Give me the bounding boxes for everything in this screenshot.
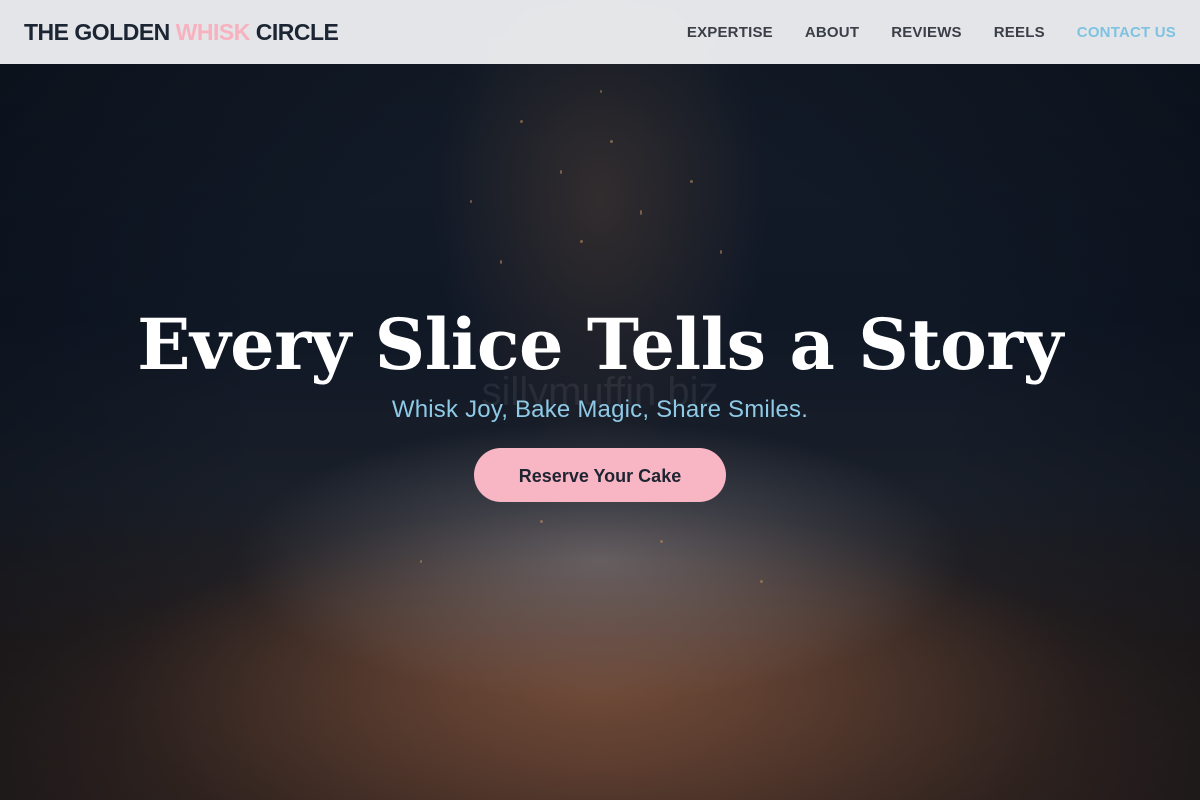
powder-particle [420, 560, 422, 563]
powder-particle [600, 90, 602, 93]
powder-particle [660, 540, 663, 543]
powder-particle [500, 260, 502, 264]
hero-subtitle: Whisk Joy, Bake Magic, Share Smiles. [391, 396, 809, 423]
brand-text-2: CIRCLE [249, 18, 339, 45]
powder-particle [560, 170, 562, 174]
nav-item-expertise[interactable]: EXPERTISE [687, 24, 773, 41]
powder-particle [760, 580, 763, 583]
powder-particle [520, 120, 523, 123]
brand-text-1: THE GOLDEN [24, 18, 176, 45]
nav-item-about[interactable]: ABOUT [805, 24, 859, 41]
main-nav: EXPERTISE ABOUT REVIEWS REELS CONTACT US [655, 24, 1176, 41]
nav-item-reviews[interactable]: REVIEWS [891, 24, 962, 41]
nav-item-reels[interactable]: REELS [994, 24, 1045, 41]
powder-particle [470, 200, 472, 203]
brand-logo[interactable]: THE GOLDEN WHISK CIRCLE [24, 18, 339, 46]
powder-particle [690, 180, 693, 183]
nav-item-contact-us[interactable]: CONTACT US [1077, 24, 1176, 41]
powder-particle [720, 250, 722, 254]
powder-particle [610, 140, 613, 143]
hero-title: Every Slice Tells a Story [137, 303, 1063, 386]
reserve-cake-button[interactable]: Reserve Your Cake [474, 448, 726, 502]
powder-particle [540, 520, 543, 523]
site-header: THE GOLDEN WHISK CIRCLE EXPERTISE ABOUT … [0, 0, 1200, 64]
brand-text-accent: WHISK [175, 18, 251, 45]
hero-content: Every Slice Tells a Story Whisk Joy, Bak… [0, 300, 1200, 502]
powder-particle [580, 240, 583, 243]
powder-particle [640, 210, 642, 215]
